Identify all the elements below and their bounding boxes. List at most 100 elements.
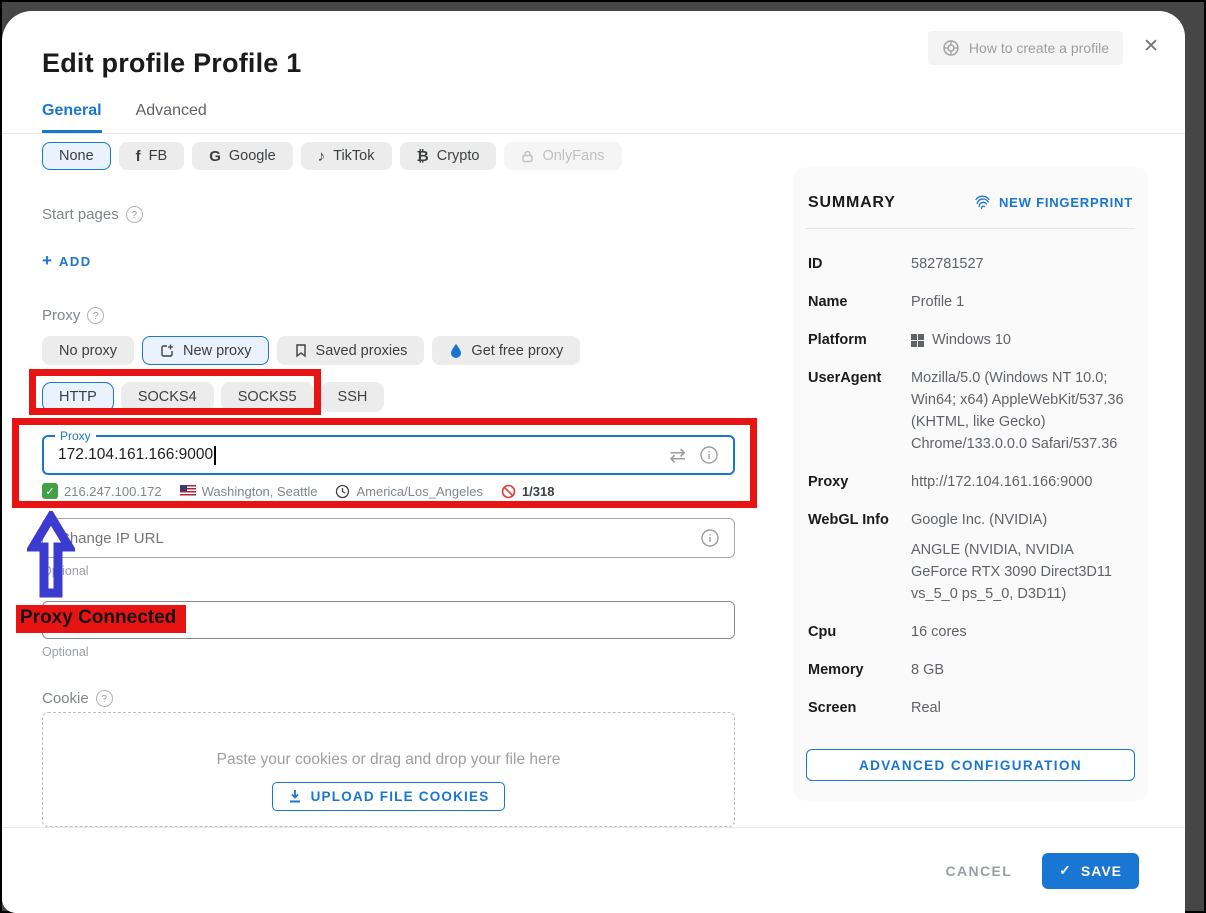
protocol-tab-socks5[interactable]: SOCKS5 bbox=[221, 382, 314, 412]
summary-name-value: Profile 1 bbox=[911, 291, 1133, 313]
new-fingerprint-button[interactable]: NEW FINGERPRINT bbox=[973, 193, 1133, 212]
summary-row-useragent: UserAgent Mozilla/5.0 (Windows NT 10.0; … bbox=[806, 367, 1135, 455]
droplet-icon bbox=[449, 343, 463, 359]
new-proxy-icon bbox=[159, 343, 175, 359]
question-circle-icon[interactable]: ? bbox=[87, 307, 104, 324]
add-start-page-button[interactable]: + ADD bbox=[42, 251, 92, 271]
question-circle-icon[interactable]: ? bbox=[126, 206, 143, 223]
plus-icon: + bbox=[42, 251, 52, 271]
platform-chip-label: TikTok bbox=[333, 148, 374, 164]
summary-useragent-value: Mozilla/5.0 (Windows NT 10.0; Win64; x64… bbox=[911, 367, 1133, 455]
proxy-input-floating-label: Proxy bbox=[55, 429, 96, 443]
check-icon: ✓ bbox=[42, 483, 58, 499]
us-flag-icon bbox=[180, 485, 196, 497]
platform-chip-crypto[interactable]: ₿ Crypto bbox=[400, 142, 497, 170]
advanced-configuration-button[interactable]: ADVANCED CONFIGURATION bbox=[806, 749, 1135, 781]
cookie-section-label: Cookie ? bbox=[42, 690, 735, 707]
proxy-section-label: Proxy ? bbox=[42, 307, 735, 324]
question-circle-icon[interactable]: ? bbox=[96, 690, 113, 707]
annotation-proxy-connected-label: Proxy Connected bbox=[16, 605, 186, 633]
summary-screen-value: Real bbox=[911, 697, 1133, 719]
platform-chip-label: Google bbox=[229, 148, 276, 164]
upload-file-cookies-button[interactable]: UPLOAD FILE COOKIES bbox=[272, 782, 506, 811]
summary-cpu-value: 16 cores bbox=[911, 621, 1133, 643]
edit-profile-dialog: How to create a profile ✕ Edit profile P… bbox=[2, 11, 1185, 913]
platform-chip-google[interactable]: G Google bbox=[192, 142, 292, 170]
bitcoin-icon: ₿ bbox=[417, 148, 429, 165]
summary-card: SUMMARY NEW FINGERPRINT bbox=[793, 167, 1148, 801]
summary-title: SUMMARY bbox=[808, 194, 896, 212]
platform-chip-label: OnlyFans bbox=[542, 148, 604, 164]
platform-chip-fb[interactable]: f FB bbox=[119, 142, 185, 170]
platform-chip-row: None f FB G Google ♪ TikTok ₿ Crypto bbox=[42, 142, 735, 170]
save-button-label: SAVE bbox=[1081, 863, 1122, 879]
summary-divider bbox=[806, 228, 1135, 229]
summary-proxy-value: http://172.104.161.166:9000 bbox=[911, 471, 1133, 493]
proxy-mode-row: No proxy New proxy bbox=[42, 336, 735, 365]
summary-panel: SUMMARY NEW FINGERPRINT bbox=[793, 167, 1148, 801]
summary-row-webgl: WebGL Info Google Inc. (NVIDIA) ANGLE (N… bbox=[806, 509, 1135, 605]
how-to-create-profile-button[interactable]: How to create a profile bbox=[928, 31, 1123, 65]
summary-row-platform: Platform Windows 10 bbox=[806, 329, 1135, 351]
padlock-icon bbox=[521, 150, 534, 163]
dialog-header: How to create a profile ✕ Edit profile P… bbox=[2, 11, 1185, 133]
checkmark-icon: ✓ bbox=[1059, 862, 1072, 879]
proxy-timezone: America/Los_Angeles bbox=[356, 484, 482, 499]
lifebuoy-icon bbox=[942, 39, 960, 57]
summary-row-name: Name Profile 1 bbox=[806, 291, 1135, 313]
dialog-body: None f FB G Google ♪ TikTok ₿ Crypto bbox=[2, 134, 1185, 828]
summary-row-memory: Memory 8 GB bbox=[806, 659, 1135, 681]
download-icon bbox=[288, 789, 302, 804]
facebook-icon: f bbox=[136, 148, 141, 165]
platform-chip-none[interactable]: None bbox=[42, 142, 111, 170]
change-ip-url-input[interactable] bbox=[57, 529, 700, 548]
windows-icon bbox=[911, 334, 924, 347]
platform-chip-onlyfans[interactable]: OnlyFans bbox=[504, 142, 621, 170]
summary-platform-value: Windows 10 bbox=[932, 329, 1011, 351]
add-button-label: ADD bbox=[59, 254, 92, 269]
info-icon[interactable] bbox=[699, 445, 719, 465]
protocol-row-wrap: HTTP SOCKS4 SOCKS5 SSH bbox=[42, 382, 735, 412]
summary-memory-value: 8 GB bbox=[911, 659, 1133, 681]
general-form: None f FB G Google ♪ TikTok ₿ Crypto bbox=[2, 134, 735, 827]
tab-advanced[interactable]: Advanced bbox=[136, 101, 207, 133]
tab-general[interactable]: General bbox=[42, 101, 102, 133]
proxy-input[interactable]: Proxy 172.104.161.166:9000 ⇄ bbox=[42, 435, 735, 475]
summary-id-value: 582781527 bbox=[911, 253, 1133, 275]
clock-icon bbox=[335, 484, 350, 499]
platform-chip-tiktok[interactable]: ♪ TikTok bbox=[301, 142, 392, 170]
proxy-input-value: 172.104.161.166:9000 bbox=[58, 446, 213, 464]
proxy-location: Washington, Seattle bbox=[202, 484, 318, 499]
optional-hint: Optional bbox=[42, 564, 735, 578]
info-icon[interactable] bbox=[700, 528, 720, 548]
upload-button-label: UPLOAD FILE COOKIES bbox=[311, 789, 490, 804]
cookie-dropzone[interactable]: Paste your cookies or drag and drop your… bbox=[42, 712, 735, 827]
optional-hint: Optional bbox=[42, 645, 735, 659]
change-ip-wrap: Optional bbox=[42, 518, 735, 578]
protocol-tab-socks4[interactable]: SOCKS4 bbox=[121, 382, 214, 412]
protocol-tab-ssh[interactable]: SSH bbox=[321, 382, 385, 412]
dropzone-text: Paste your cookies or drag and drop your… bbox=[217, 751, 561, 769]
swap-arrows-icon[interactable]: ⇄ bbox=[669, 443, 686, 468]
proxy-mode-no-proxy[interactable]: No proxy bbox=[42, 336, 134, 365]
external-ip: 216.247.100.172 bbox=[64, 484, 162, 499]
proxy-mode-saved-proxies[interactable]: Saved proxies bbox=[277, 336, 425, 365]
proxy-mode-get-free-proxy[interactable]: Get free proxy bbox=[432, 336, 580, 365]
summary-webgl-vendor: Google Inc. (NVIDIA) bbox=[911, 509, 1133, 531]
change-ip-url-input-box[interactable] bbox=[42, 518, 735, 558]
proxy-mode-new-proxy[interactable]: New proxy bbox=[142, 336, 269, 365]
google-icon: G bbox=[209, 148, 221, 165]
platform-chip-label: None bbox=[59, 148, 94, 164]
cancel-button[interactable]: CANCEL bbox=[945, 863, 1012, 879]
close-icon[interactable]: ✕ bbox=[1143, 37, 1159, 56]
start-pages-label: Start pages ? bbox=[42, 206, 735, 223]
proxy-input-wrap: Proxy 172.104.161.166:9000 ⇄ ✓ 21 bbox=[42, 435, 735, 499]
save-button[interactable]: ✓ SAVE bbox=[1042, 853, 1139, 889]
tab-bar: General Advanced bbox=[42, 101, 1145, 133]
platform-chip-label: FB bbox=[149, 148, 168, 164]
help-button-label: How to create a profile bbox=[969, 40, 1109, 56]
summary-row-proxy: Proxy http://172.104.161.166:9000 bbox=[806, 471, 1135, 493]
summary-row-screen: Screen Real bbox=[806, 697, 1135, 719]
proxy-name-wrap: Proxy Connected Optional bbox=[42, 601, 735, 659]
protocol-tab-http[interactable]: HTTP bbox=[42, 382, 114, 412]
